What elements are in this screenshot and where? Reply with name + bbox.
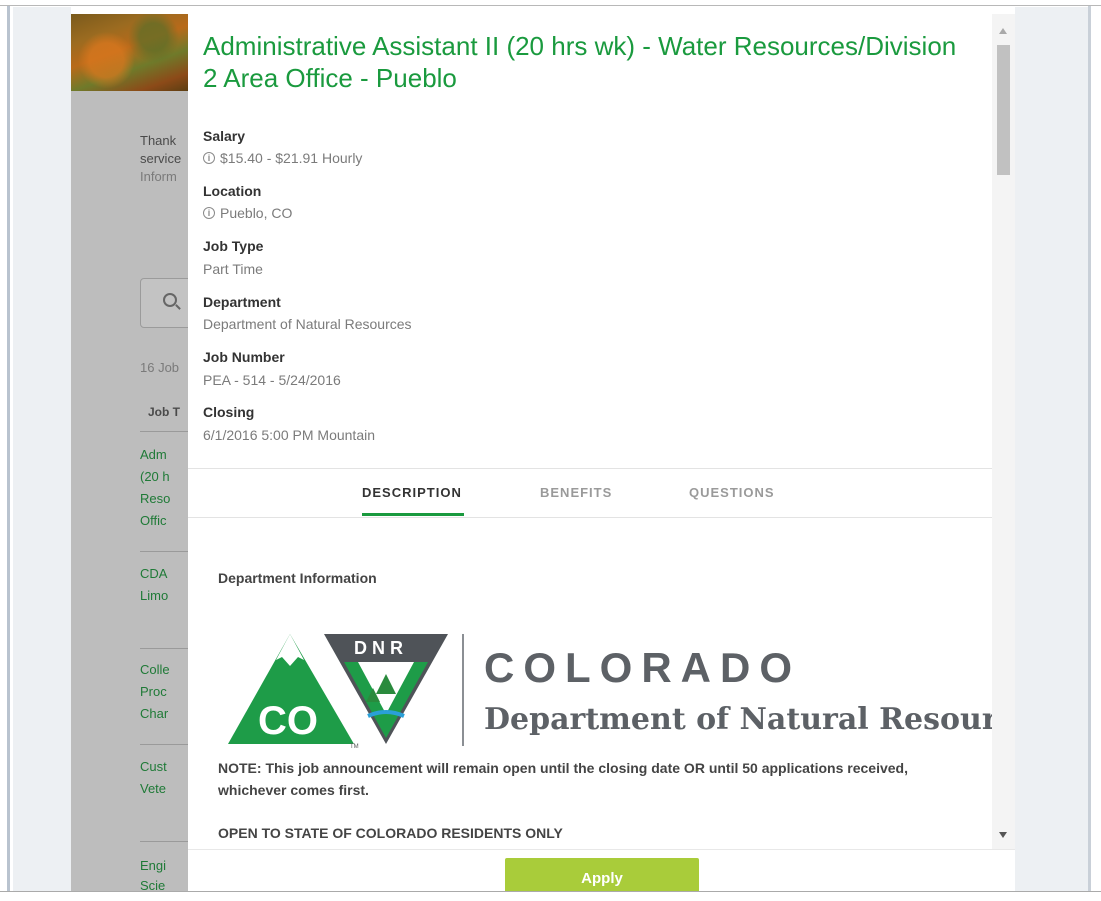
logo-department-text: Department of Natural Resources [484, 702, 1015, 737]
list-item-line[interactable]: Reso [140, 489, 170, 509]
list-item-line[interactable]: CDA [140, 564, 167, 584]
job-detail-modal: Administrative Assistant II (20 hrs wk) … [188, 14, 1015, 891]
browser-frame-top [0, 0, 1101, 6]
department-label: Department [203, 294, 281, 310]
active-tab-indicator [362, 513, 464, 516]
logo-colorado-text: COLORADO [484, 644, 801, 691]
logo-dnr-text: DNR [354, 638, 408, 658]
apply-button[interactable]: Apply [505, 858, 699, 891]
page-background-left [13, 7, 71, 891]
info-icon[interactable]: i [203, 207, 215, 219]
tab-benefits[interactable]: BENEFITS [540, 485, 612, 500]
browser-frame-left [0, 6, 10, 901]
salary-value: i $15.40 - $21.91 Hourly [203, 150, 362, 166]
list-item-line[interactable]: Proc [140, 682, 167, 702]
application-note: NOTE: This job announcement will remain … [218, 760, 908, 798]
column-header[interactable]: Job T [148, 402, 180, 422]
job-number-label: Job Number [203, 349, 285, 365]
list-item-line[interactable]: (20 h [140, 467, 170, 487]
list-item-line[interactable]: Offic [140, 511, 167, 531]
job-type-value: Part Time [203, 261, 263, 277]
intro-text-line: service [140, 151, 182, 166]
logo-divider [462, 634, 464, 746]
browser-frame-bottom [0, 891, 1101, 901]
location-text: Pueblo, CO [220, 205, 293, 221]
location-label: Location [203, 183, 262, 199]
list-item-line[interactable]: Char [140, 704, 168, 724]
dnr-logo: CO DNR TM COLORADO Department of Natural… [228, 630, 1015, 750]
banner-image [71, 14, 189, 91]
closing-value: 6/1/2016 5:00 PM Mountain [203, 427, 376, 443]
tabs-divider-top [188, 468, 992, 469]
list-item-line[interactable]: Vete [140, 779, 166, 799]
modal-scrollbar[interactable] [992, 14, 1015, 849]
intro-text-line: Thank [140, 133, 177, 148]
list-item-line[interactable]: Adm [140, 445, 167, 465]
closing-label: Closing [203, 404, 255, 420]
browser-frame-right [1088, 6, 1101, 901]
search-icon [163, 293, 177, 307]
location-value: i Pueblo, CO [203, 205, 292, 221]
info-icon[interactable]: i [203, 152, 215, 164]
tabs-divider-bottom [188, 517, 992, 518]
list-item-line[interactable]: Cust [140, 757, 167, 777]
job-number-value: PEA - 514 - 5/24/2016 [203, 372, 341, 388]
scroll-up-icon[interactable] [999, 28, 1007, 34]
job-title: Administrative Assistant II (20 hrs wk) … [203, 31, 957, 93]
logo-co-text: CO [258, 699, 318, 743]
job-type-label: Job Type [203, 238, 264, 254]
job-count: 16 Job [140, 360, 180, 375]
scroll-thumb[interactable] [997, 45, 1010, 175]
scroll-down-icon[interactable] [999, 832, 1007, 838]
salary-label: Salary [203, 128, 246, 144]
tab-description[interactable]: DESCRIPTION [362, 485, 462, 500]
department-value: Department of Natural Resources [203, 316, 412, 332]
residency-note: OPEN TO STATE OF COLORADO RESIDENTS ONLY [218, 825, 563, 841]
salary-text: $15.40 - $21.91 Hourly [220, 150, 363, 166]
dnr-emblem-icon: CO DNR TM [228, 634, 448, 750]
list-item-line[interactable]: Colle [140, 660, 170, 680]
list-item-line[interactable]: Engi [140, 856, 166, 876]
intro-link[interactable]: Inform [140, 167, 177, 187]
tab-questions[interactable]: QUESTIONS [689, 485, 775, 500]
list-item-line[interactable]: Limo [140, 586, 168, 606]
section-title: Department Information [218, 570, 377, 586]
page-background-right [1015, 7, 1088, 891]
logo-trademark: TM [350, 744, 359, 750]
modal-footer: Apply [188, 849, 1015, 891]
